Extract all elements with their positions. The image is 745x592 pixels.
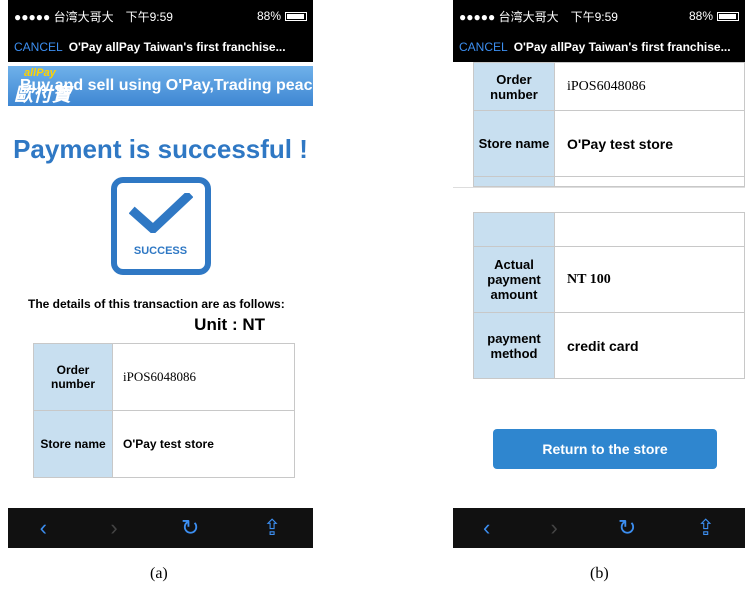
table-row: Store name O'Pay test store <box>33 410 295 478</box>
row-value-empty <box>554 212 745 247</box>
forward-icon[interactable]: › <box>110 515 117 541</box>
transaction-table-top: Order number iPOS6048086 Store name O'Pa… <box>473 62 745 187</box>
row-value: O'Pay test store <box>554 110 745 177</box>
battery-percent: 88% <box>688 9 713 23</box>
row-value: iPOS6048086 <box>112 343 295 411</box>
table-row: Store name O'Pay test store <box>473 110 745 177</box>
reload-icon[interactable]: ↻ <box>181 515 199 541</box>
status-bar: ●●●●● 台湾大哥大 下午9:59 88% <box>453 0 745 32</box>
back-icon[interactable]: ‹ <box>483 515 490 541</box>
share-icon[interactable]: ⇪ <box>696 515 714 541</box>
cancel-button[interactable]: CANCEL <box>459 40 508 54</box>
row-label-empty <box>473 212 555 247</box>
row-value: iPOS6048086 <box>554 62 745 111</box>
table-row <box>473 176 745 187</box>
caption-a: (a) <box>150 565 168 582</box>
row-label: Store name <box>33 410 113 478</box>
clock: 下午9:59 <box>125 9 173 24</box>
row-label-empty <box>473 176 555 187</box>
battery-percent: 88% <box>256 9 281 23</box>
clock: 下午9:59 <box>570 9 618 24</box>
page-title: O'Pay allPay Taiwan's first franchise... <box>68 40 286 54</box>
forward-icon[interactable]: › <box>550 515 557 541</box>
logo-top-text: allPay <box>24 67 56 79</box>
carrier-label: ●●●●● 台湾大哥大 <box>459 9 559 24</box>
reload-icon[interactable]: ↻ <box>618 515 636 541</box>
success-icon: SUCCESS <box>110 177 211 275</box>
battery-indicator: 88% <box>689 9 739 23</box>
table-row: Order number iPOS6048086 <box>473 62 745 111</box>
transaction-table: Order number iPOS6048086 Store name O'Pa… <box>33 343 295 478</box>
row-label: Order number <box>473 62 555 111</box>
row-value: credit card <box>554 312 745 379</box>
unit-label: Unit : NT <box>194 315 265 334</box>
row-label: Store name <box>473 110 555 177</box>
payment-success-title: Payment is successful ! <box>13 134 308 164</box>
browser-toolbar: ‹ › ↻ ⇪ <box>8 508 313 548</box>
checkmark-icon <box>128 193 193 233</box>
row-value-empty <box>554 176 745 187</box>
nav-bar: CANCEL O'Pay allPay Taiwan's first franc… <box>453 32 745 62</box>
row-value: NT 100 <box>554 246 745 313</box>
row-label: Actual payment amount <box>473 246 555 313</box>
transaction-table-bottom: Actual payment amount NT 100 payment met… <box>473 212 745 379</box>
return-to-store-button[interactable]: Return to the store <box>493 429 717 469</box>
battery-icon <box>285 11 307 21</box>
details-text: The details of this transaction are as f… <box>28 297 285 311</box>
section-gap <box>453 187 745 212</box>
screenshot-b: ●●●●● 台湾大哥大 下午9:59 88% CANCEL O'Pay allP… <box>453 0 745 548</box>
table-row <box>473 212 745 247</box>
screenshot-a: ●●●●● 台湾大哥大 下午9:59 88% CANCEL O'Pay allP… <box>8 0 313 548</box>
status-bar: ●●●●● 台湾大哥大 下午9:59 88% <box>8 0 313 32</box>
cancel-button[interactable]: CANCEL <box>14 40 63 54</box>
carrier-label: ●●●●● 台湾大哥大 <box>14 9 114 24</box>
table-row: payment method credit card <box>473 312 745 379</box>
share-icon[interactable]: ⇪ <box>263 515 281 541</box>
caption-b: (b) <box>590 565 609 582</box>
page-title: O'Pay allPay Taiwan's first franchise... <box>513 40 731 54</box>
table-row: Order number iPOS6048086 <box>33 343 295 411</box>
allpay-banner: allPay 歐付寶 Buy and sell using O'Pay,Trad… <box>8 66 313 106</box>
success-label: SUCCESS <box>133 245 188 257</box>
logo-main-text: 歐付寶 <box>14 85 72 106</box>
table-row: Actual payment amount NT 100 <box>473 246 745 313</box>
browser-toolbar: ‹ › ↻ ⇪ <box>453 508 745 548</box>
nav-bar: CANCEL O'Pay allPay Taiwan's first franc… <box>8 32 313 62</box>
back-icon[interactable]: ‹ <box>40 515 47 541</box>
battery-icon <box>717 11 739 21</box>
battery-indicator: 88% <box>257 9 307 23</box>
row-label: payment method <box>473 312 555 379</box>
row-label: Order number <box>33 343 113 411</box>
row-value: O'Pay test store <box>112 410 295 478</box>
